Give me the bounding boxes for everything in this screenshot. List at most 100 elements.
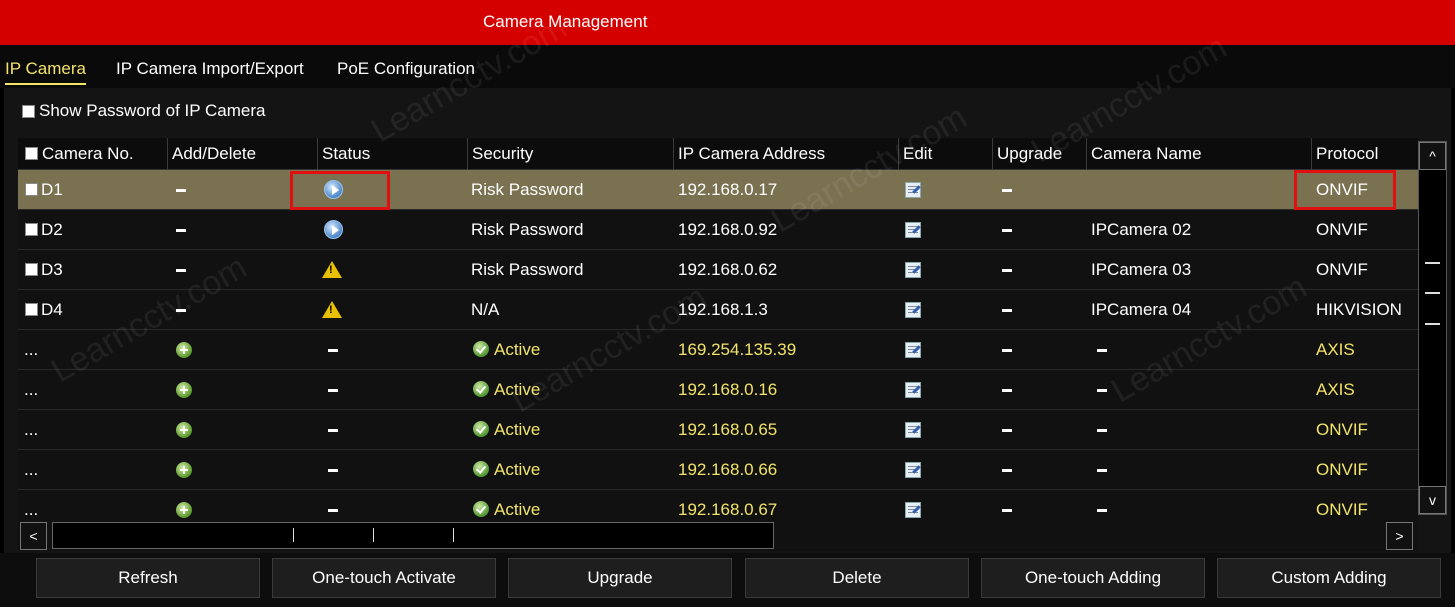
delete-button[interactable] bbox=[176, 210, 186, 250]
one-touch-adding-button[interactable]: One-touch Adding bbox=[981, 558, 1205, 598]
table-row[interactable]: ... Active 192.168.0.16 AXIS bbox=[18, 370, 1418, 410]
col-protocol[interactable]: Protocol bbox=[1311, 138, 1378, 170]
edit-icon[interactable] bbox=[905, 462, 921, 478]
row-checkbox[interactable] bbox=[25, 223, 38, 236]
security-status: Risk Password bbox=[471, 180, 584, 199]
col-ip-camera-address[interactable]: IP Camera Address bbox=[673, 138, 825, 170]
dash-icon bbox=[328, 429, 338, 433]
edit-icon[interactable] bbox=[905, 342, 921, 358]
horizontal-scroll-thumb[interactable] bbox=[52, 522, 774, 549]
check-icon bbox=[473, 501, 489, 517]
scroll-grip-line bbox=[1425, 323, 1440, 325]
edit-icon[interactable] bbox=[905, 502, 921, 518]
camera-name bbox=[1097, 450, 1107, 490]
camera-no: D4 bbox=[41, 300, 63, 319]
play-icon[interactable] bbox=[324, 220, 343, 239]
camera-no: D3 bbox=[41, 260, 63, 279]
col-security[interactable]: Security bbox=[467, 138, 533, 170]
row-checkbox[interactable] bbox=[25, 303, 38, 316]
scroll-grip-line bbox=[293, 528, 294, 542]
dash-icon bbox=[1002, 469, 1012, 473]
camera-no: D1 bbox=[41, 180, 63, 199]
edit-icon[interactable] bbox=[905, 382, 921, 398]
tab-poe-configuration[interactable]: PoE Configuration bbox=[337, 59, 475, 79]
edit-icon[interactable] bbox=[905, 302, 921, 318]
table-header: Camera No. Add/Delete Status Security IP… bbox=[18, 138, 1418, 170]
one-touch-activate-button[interactable]: One-touch Activate bbox=[272, 558, 496, 598]
add-icon[interactable] bbox=[176, 462, 192, 478]
camera-name: IPCamera 03 bbox=[1091, 260, 1192, 279]
protocol: ONVIF bbox=[1316, 460, 1368, 479]
edit-icon[interactable] bbox=[905, 222, 921, 238]
tab-ip-camera[interactable]: IP Camera bbox=[5, 59, 86, 85]
security-label: Active bbox=[494, 380, 541, 399]
security-status: Risk Password bbox=[471, 260, 584, 279]
table-row[interactable]: D1 Risk Password 192.168.0.17 ONVIF bbox=[18, 170, 1418, 210]
dash-icon bbox=[1002, 189, 1012, 193]
delete-button[interactable]: Delete bbox=[745, 558, 969, 598]
col-edit[interactable]: Edit bbox=[898, 138, 932, 170]
horizontal-scrollbar[interactable]: < > bbox=[18, 519, 1418, 551]
ip-address: 192.168.0.16 bbox=[678, 380, 778, 399]
security-status: Active bbox=[473, 330, 540, 370]
edit-icon[interactable] bbox=[905, 422, 921, 438]
refresh-button[interactable]: Refresh bbox=[36, 558, 260, 598]
table-row[interactable]: D3 Risk Password 192.168.0.62 IPCamera 03 ON… bbox=[18, 250, 1418, 290]
camera-no: ... bbox=[24, 460, 39, 479]
scroll-down-button[interactable]: v bbox=[1419, 486, 1446, 514]
upgrade-cell bbox=[1002, 170, 1012, 210]
edit-icon[interactable] bbox=[905, 262, 921, 278]
status-empty bbox=[328, 410, 338, 450]
status-empty bbox=[328, 490, 338, 522]
add-icon[interactable] bbox=[176, 342, 192, 358]
chevron-left-icon: < bbox=[29, 528, 38, 544]
ip-address: 192.168.0.67 bbox=[678, 500, 778, 519]
scroll-up-button[interactable]: ^ bbox=[1419, 142, 1446, 170]
table-row[interactable]: ... Active 169.254.135.39 AXIS bbox=[18, 330, 1418, 370]
dash-icon bbox=[1002, 389, 1012, 393]
show-password-toggle[interactable]: Show Password of IP Camera bbox=[22, 101, 265, 121]
edit-icon[interactable] bbox=[905, 182, 921, 198]
camera-no: ... bbox=[24, 340, 39, 359]
show-password-checkbox[interactable] bbox=[22, 104, 35, 118]
col-add-delete[interactable]: Add/Delete bbox=[167, 138, 256, 170]
dash-icon bbox=[328, 469, 338, 473]
status-empty bbox=[328, 330, 338, 370]
table-row[interactable]: ... Active 192.168.0.66 ONVIF bbox=[18, 450, 1418, 490]
chevron-up-icon: ^ bbox=[1429, 148, 1436, 164]
row-checkbox[interactable] bbox=[25, 263, 38, 276]
chevron-right-icon: > bbox=[1395, 528, 1404, 544]
upgrade-button[interactable]: Upgrade bbox=[508, 558, 732, 598]
col-status[interactable]: Status bbox=[317, 138, 370, 170]
security-label: Active bbox=[494, 500, 541, 519]
col-camera-no[interactable]: Camera No. bbox=[38, 138, 134, 170]
delete-button[interactable] bbox=[176, 170, 186, 210]
table-row[interactable]: ... Active 192.168.0.65 ONVIF bbox=[18, 410, 1418, 450]
table-row[interactable]: D4 N/A 192.168.1.3 IPCamera 04 HIKVISION bbox=[18, 290, 1418, 330]
dash-icon bbox=[328, 349, 338, 353]
ip-address: 192.168.0.92 bbox=[678, 220, 778, 239]
custom-adding-button[interactable]: Custom Adding bbox=[1217, 558, 1441, 598]
col-camera-name[interactable]: Camera Name bbox=[1086, 138, 1202, 170]
upgrade-cell bbox=[1002, 290, 1012, 330]
vertical-scrollbar[interactable]: ^ v bbox=[1418, 141, 1447, 515]
col-upgrade[interactable]: Upgrade bbox=[992, 138, 1062, 170]
scroll-left-button[interactable]: < bbox=[20, 522, 47, 550]
warning-icon bbox=[322, 261, 342, 278]
table-row[interactable]: ... Active 192.168.0.67 ONVIF bbox=[18, 490, 1418, 522]
add-icon[interactable] bbox=[176, 382, 192, 398]
scroll-right-button[interactable]: > bbox=[1386, 522, 1413, 550]
add-icon[interactable] bbox=[176, 502, 192, 518]
ip-address: 169.254.135.39 bbox=[678, 340, 797, 359]
tab-ip-camera-import-export[interactable]: IP Camera Import/Export bbox=[116, 59, 304, 79]
select-all-checkbox[interactable] bbox=[25, 147, 38, 160]
dash-icon bbox=[1002, 269, 1012, 273]
add-icon[interactable] bbox=[176, 422, 192, 438]
status-empty bbox=[328, 370, 338, 410]
row-checkbox[interactable] bbox=[25, 183, 38, 196]
table-row[interactable]: D2 Risk Password 192.168.0.92 IPCamera 02 ON… bbox=[18, 210, 1418, 250]
dash-icon bbox=[1097, 389, 1107, 393]
delete-button[interactable] bbox=[176, 250, 186, 290]
delete-button[interactable] bbox=[176, 290, 186, 330]
dash-icon bbox=[1097, 349, 1107, 353]
